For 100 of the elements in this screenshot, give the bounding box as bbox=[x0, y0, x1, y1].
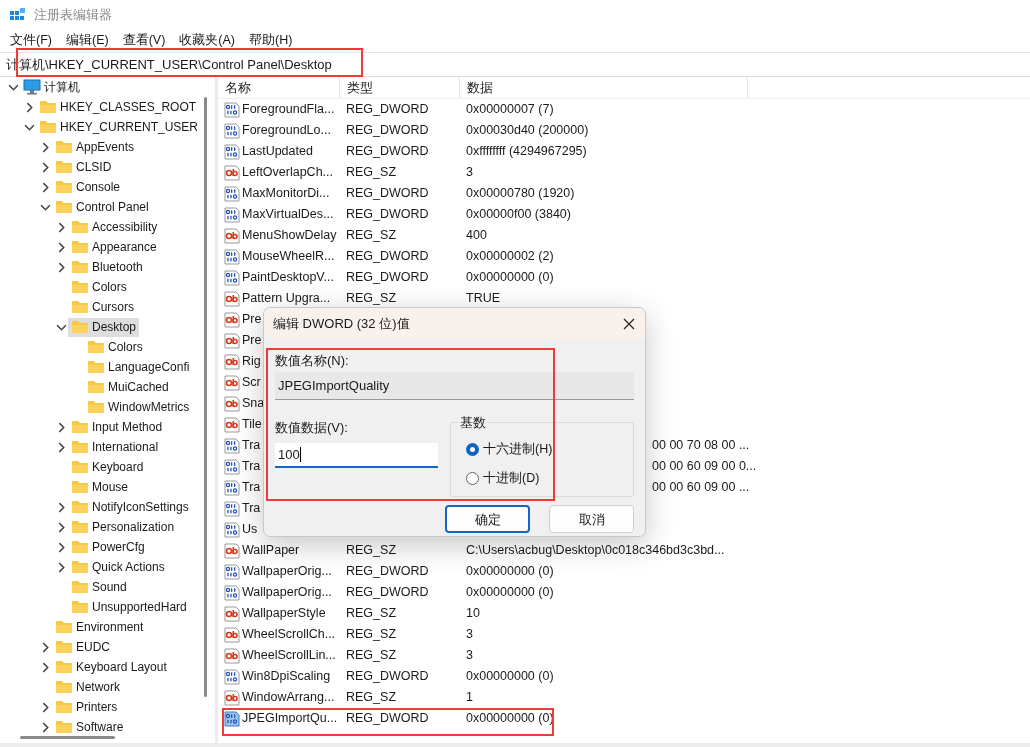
tree-item[interactable]: Mouse bbox=[68, 477, 132, 497]
menu-item[interactable]: 收藏夹(A) bbox=[179, 30, 235, 50]
value-data: TRUE bbox=[466, 291, 501, 306]
value-name[interactable]: Pre bbox=[242, 331, 262, 350]
string-value-icon bbox=[224, 395, 240, 412]
tree-item[interactable]: EUDC bbox=[52, 637, 113, 657]
value-type: REG_DWORD bbox=[346, 585, 429, 600]
value-name[interactable]: JPEGImportQu... bbox=[242, 709, 338, 728]
tree-item[interactable]: Input Method bbox=[68, 417, 166, 437]
tree-item[interactable]: WindowMetrics bbox=[84, 397, 193, 417]
tree-item[interactable]: Colors bbox=[84, 337, 146, 357]
value-name[interactable]: WindowArrang... bbox=[242, 688, 335, 707]
value-type: REG_DWORD bbox=[346, 564, 429, 579]
value-name[interactable]: LastUpdated bbox=[242, 142, 313, 161]
binary-value-icon bbox=[224, 521, 240, 538]
value-type: REG_DWORD bbox=[346, 270, 429, 285]
value-name[interactable]: Tra bbox=[242, 499, 261, 518]
value-name[interactable]: Pre bbox=[242, 310, 262, 329]
value-name[interactable]: Tra bbox=[242, 478, 261, 497]
tree-item[interactable]: Control Panel bbox=[52, 197, 152, 217]
tree-item[interactable]: CLSID bbox=[52, 157, 115, 177]
tree-item[interactable]: HKEY_CLASSES_ROOT bbox=[36, 97, 200, 117]
radio-option[interactable]: 十进制(D) bbox=[466, 468, 540, 488]
value-name[interactable]: Rig bbox=[242, 352, 261, 371]
cancel-button[interactable]: 取消 bbox=[549, 505, 634, 533]
value-name[interactable]: MaxVirtualDes... bbox=[242, 205, 334, 224]
value-name[interactable]: Tra bbox=[242, 436, 261, 455]
value-name[interactable]: WallpaperOrig... bbox=[242, 583, 332, 602]
tree-item[interactable]: Colors bbox=[68, 277, 130, 297]
close-icon[interactable] bbox=[623, 317, 635, 330]
tree-item[interactable]: Quick Actions bbox=[68, 557, 168, 577]
value-data: C:\Users\acbug\Desktop\0c018c346bd3c3bd... bbox=[466, 543, 725, 558]
value-name[interactable]: WheelScrollLin... bbox=[242, 646, 336, 665]
tree-item[interactable]: Printers bbox=[52, 697, 121, 717]
tree-item[interactable]: Keyboard Layout bbox=[52, 657, 170, 677]
value-name[interactable]: MaxMonitorDi... bbox=[242, 184, 330, 203]
radio-option[interactable]: 十六进制(H) bbox=[466, 440, 553, 459]
tree-item[interactable]: Bluetooth bbox=[68, 257, 146, 277]
column-header[interactable]: 类型 bbox=[340, 77, 460, 98]
tree-item[interactable]: Network bbox=[52, 677, 123, 697]
value-data-field[interactable]: 100 bbox=[275, 443, 438, 468]
group-label: 基数 bbox=[458, 413, 488, 431]
value-type: REG_SZ bbox=[346, 690, 396, 705]
value-name-field[interactable]: JPEGImportQuality bbox=[275, 372, 634, 400]
tree-item[interactable]: Accessibility bbox=[68, 217, 161, 237]
tree-item[interactable]: Keyboard bbox=[68, 457, 147, 477]
horizontal-scrollbar[interactable] bbox=[20, 736, 115, 739]
tree-item[interactable]: International bbox=[68, 437, 162, 457]
tree-item[interactable]: Software bbox=[52, 717, 127, 734]
menu-item[interactable]: 文件(F) bbox=[10, 30, 52, 50]
window-title: 注册表编辑器 bbox=[34, 6, 112, 25]
tree-item[interactable]: Desktop bbox=[68, 317, 140, 337]
value-name[interactable]: MenuShowDelay bbox=[242, 226, 337, 245]
value-name[interactable]: WheelScrollCh... bbox=[242, 625, 336, 644]
tree-item[interactable]: 计算机 bbox=[20, 77, 83, 97]
column-header[interactable]: 名称 bbox=[218, 77, 340, 98]
column-header[interactable]: 数据 bbox=[460, 77, 748, 98]
tree-item[interactable]: LanguageConfi bbox=[84, 357, 193, 377]
value-name[interactable]: Tra bbox=[242, 457, 261, 476]
string-value-icon bbox=[224, 416, 240, 433]
tree-item[interactable]: AppEvents bbox=[52, 137, 138, 157]
value-type: REG_DWORD bbox=[346, 207, 429, 222]
tree-item[interactable]: Environment bbox=[52, 617, 147, 637]
value-name[interactable]: LeftOverlapCh... bbox=[242, 163, 333, 182]
tree-item[interactable]: NotifyIconSettings bbox=[68, 497, 192, 517]
tree-item[interactable]: MuiCached bbox=[84, 377, 172, 397]
value-name[interactable]: Scr bbox=[242, 373, 261, 392]
menu-item[interactable]: 查看(V) bbox=[122, 30, 166, 50]
tree-item[interactable]: Appearance bbox=[68, 237, 160, 257]
value-name[interactable]: ForegroundFla... bbox=[242, 100, 335, 119]
value-name[interactable]: Tile bbox=[242, 415, 262, 434]
tree-item[interactable]: UnsupportedHard bbox=[68, 597, 190, 617]
tree-item[interactable]: Sound bbox=[68, 577, 130, 597]
menu-item[interactable]: 编辑(E) bbox=[65, 30, 109, 50]
tree-item[interactable]: Cursors bbox=[68, 297, 137, 317]
value-name[interactable]: PaintDesktopV... bbox=[242, 268, 334, 287]
folder-icon bbox=[55, 720, 73, 734]
vertical-scrollbar[interactable] bbox=[204, 97, 207, 697]
tree-item[interactable]: PowerCfg bbox=[68, 537, 148, 557]
folder-icon bbox=[71, 580, 89, 594]
value-name[interactable]: Win8DpiScaling bbox=[242, 667, 331, 686]
value-name[interactable]: WallpaperOrig... bbox=[242, 562, 332, 581]
value-name[interactable]: Pattern Upgra... bbox=[242, 289, 331, 308]
value-name[interactable]: WallPaper bbox=[242, 541, 300, 560]
folder-icon bbox=[71, 280, 89, 294]
tree-item[interactable]: HKEY_CURRENT_USER bbox=[36, 117, 202, 137]
menu-item[interactable]: 帮助(H) bbox=[249, 30, 293, 50]
value-name[interactable]: MouseWheelR... bbox=[242, 247, 335, 266]
folder-icon bbox=[39, 100, 57, 114]
folder-icon bbox=[55, 680, 73, 694]
value-name[interactable]: ForegroundLo... bbox=[242, 121, 331, 140]
tree-item[interactable]: Console bbox=[52, 177, 124, 197]
value-type: REG_SZ bbox=[346, 291, 396, 306]
value-name[interactable]: Us bbox=[242, 520, 258, 539]
folder-icon bbox=[55, 160, 73, 174]
tree-item[interactable]: Personalization bbox=[68, 517, 178, 537]
value-name[interactable]: Sna bbox=[242, 394, 265, 413]
value-name[interactable]: WallpaperStyle bbox=[242, 604, 326, 623]
value-type: REG_DWORD bbox=[346, 186, 429, 201]
ok-button[interactable]: 确定 bbox=[445, 505, 530, 533]
